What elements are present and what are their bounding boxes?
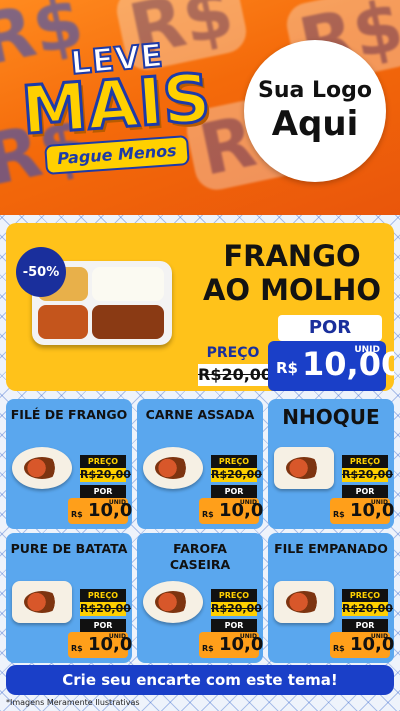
featured-new-price: R$ 10,00 UNID	[268, 341, 394, 391]
featured-old-price: R$20,00	[198, 364, 273, 386]
preco-label: PREÇO	[342, 455, 388, 468]
currency-label: R$	[71, 510, 83, 519]
old-price: R$20,00	[342, 602, 393, 616]
featured-title-line-2: AO MOLHO	[202, 273, 382, 307]
preco-label: PREÇO	[211, 455, 257, 468]
unit-label: UNID	[370, 499, 388, 506]
unit-label: UNID	[354, 345, 380, 355]
old-price: R$20,00	[80, 468, 131, 482]
new-price: R$ 10,00 UNID	[330, 498, 394, 524]
old-price: R$20,00	[211, 468, 262, 482]
currency-label: R$	[276, 359, 298, 377]
por-label: POR	[342, 485, 388, 498]
currency-label: R$	[202, 510, 214, 519]
food-plate-image	[12, 447, 72, 489]
por-label: POR	[342, 619, 388, 632]
preco-label: PREÇO	[342, 589, 388, 602]
new-price: R$ 10,00 UNID	[199, 632, 263, 658]
currency-label: R$	[202, 644, 214, 653]
preco-label: PREÇO	[211, 589, 257, 602]
new-price: R$ 10,00 UNID	[199, 498, 263, 524]
leve-mais-title-main: MAIS	[18, 58, 215, 151]
unit-label: UNID	[239, 633, 257, 640]
header-banner: R$ R$ R$ R$ R$ LEVE MAIS Pague Menos Sua…	[0, 0, 400, 215]
unit-label: UNID	[239, 499, 257, 506]
por-label: POR	[211, 485, 257, 498]
create-flyer-button[interactable]: Crie seu encarte com este tema!	[6, 665, 394, 695]
discount-badge: -50%	[16, 247, 66, 297]
product-name: FILE EMPANADO	[274, 541, 388, 556]
product-card[interactable]: FILE EMPANADO PREÇO R$20,00 POR R$ 10,00…	[268, 533, 394, 663]
disclaimer-text: *Imagens Meramente Ilustrativas	[6, 698, 140, 707]
product-card[interactable]: FILÉ DE FRANGO PREÇO R$20,00 POR R$ 10,0…	[6, 399, 132, 529]
new-price: R$ 10,00 UNID	[68, 498, 132, 524]
new-price: R$ 10,00 UNID	[68, 632, 132, 658]
food-tray-image	[12, 581, 72, 623]
product-name: FILÉ DE FRANGO	[10, 407, 128, 422]
featured-title-line-1: FRANGO	[223, 239, 361, 273]
old-price: R$20,00	[211, 602, 262, 616]
featured-preco-label: PREÇO	[206, 345, 260, 361]
featured-offer[interactable]: -50% FRANGO AO MOLHO POR PREÇO R$20,00 R…	[6, 223, 394, 391]
currency-label: R$	[333, 510, 345, 519]
price-value: 10,00	[302, 345, 394, 383]
product-card[interactable]: FAROFA CASEIRA PREÇO R$20,00 POR R$ 10,0…	[137, 533, 263, 663]
product-card[interactable]: NHOQUE PREÇO R$20,00 POR R$ 10,00 UNID	[268, 399, 394, 529]
product-card[interactable]: CARNE ASSADA PREÇO R$20,00 POR R$ 10,00 …	[137, 399, 263, 529]
food-plate-image	[143, 447, 203, 489]
new-price: R$ 10,00 UNID	[330, 632, 394, 658]
por-label: POR	[80, 485, 126, 498]
currency-label: R$	[333, 644, 345, 653]
unit-label: UNID	[108, 633, 126, 640]
preco-label: PREÇO	[80, 589, 126, 602]
currency-label: R$	[71, 644, 83, 653]
logo-line-2: Aqui	[271, 104, 359, 144]
old-price: R$20,00	[80, 602, 131, 616]
logo-line-1: Sua Logo	[257, 78, 372, 103]
por-label: POR	[211, 619, 257, 632]
food-plate-image	[143, 581, 203, 623]
preco-label: PREÇO	[80, 455, 126, 468]
unit-label: UNID	[370, 633, 388, 640]
logo-placeholder[interactable]: Sua Logo Aqui	[244, 40, 386, 182]
por-label: POR	[80, 619, 126, 632]
product-name: PURE DE BATATA	[10, 541, 128, 556]
product-name: CARNE ASSADA	[145, 407, 255, 422]
food-tray-image	[274, 447, 334, 489]
featured-title: FRANGO AO MOLHO	[202, 239, 382, 307]
offers-area: -50% FRANGO AO MOLHO POR PREÇO R$20,00 R…	[0, 215, 400, 711]
product-name: FAROFA CASEIRA	[169, 541, 231, 572]
unit-label: UNID	[108, 499, 126, 506]
product-name: NHOQUE	[282, 405, 380, 429]
featured-por-label: POR	[278, 315, 382, 341]
product-card[interactable]: PURE DE BATATA PREÇO R$20,00 POR R$ 10,0…	[6, 533, 132, 663]
food-tray-image	[274, 581, 334, 623]
old-price: R$20,00	[342, 468, 393, 482]
